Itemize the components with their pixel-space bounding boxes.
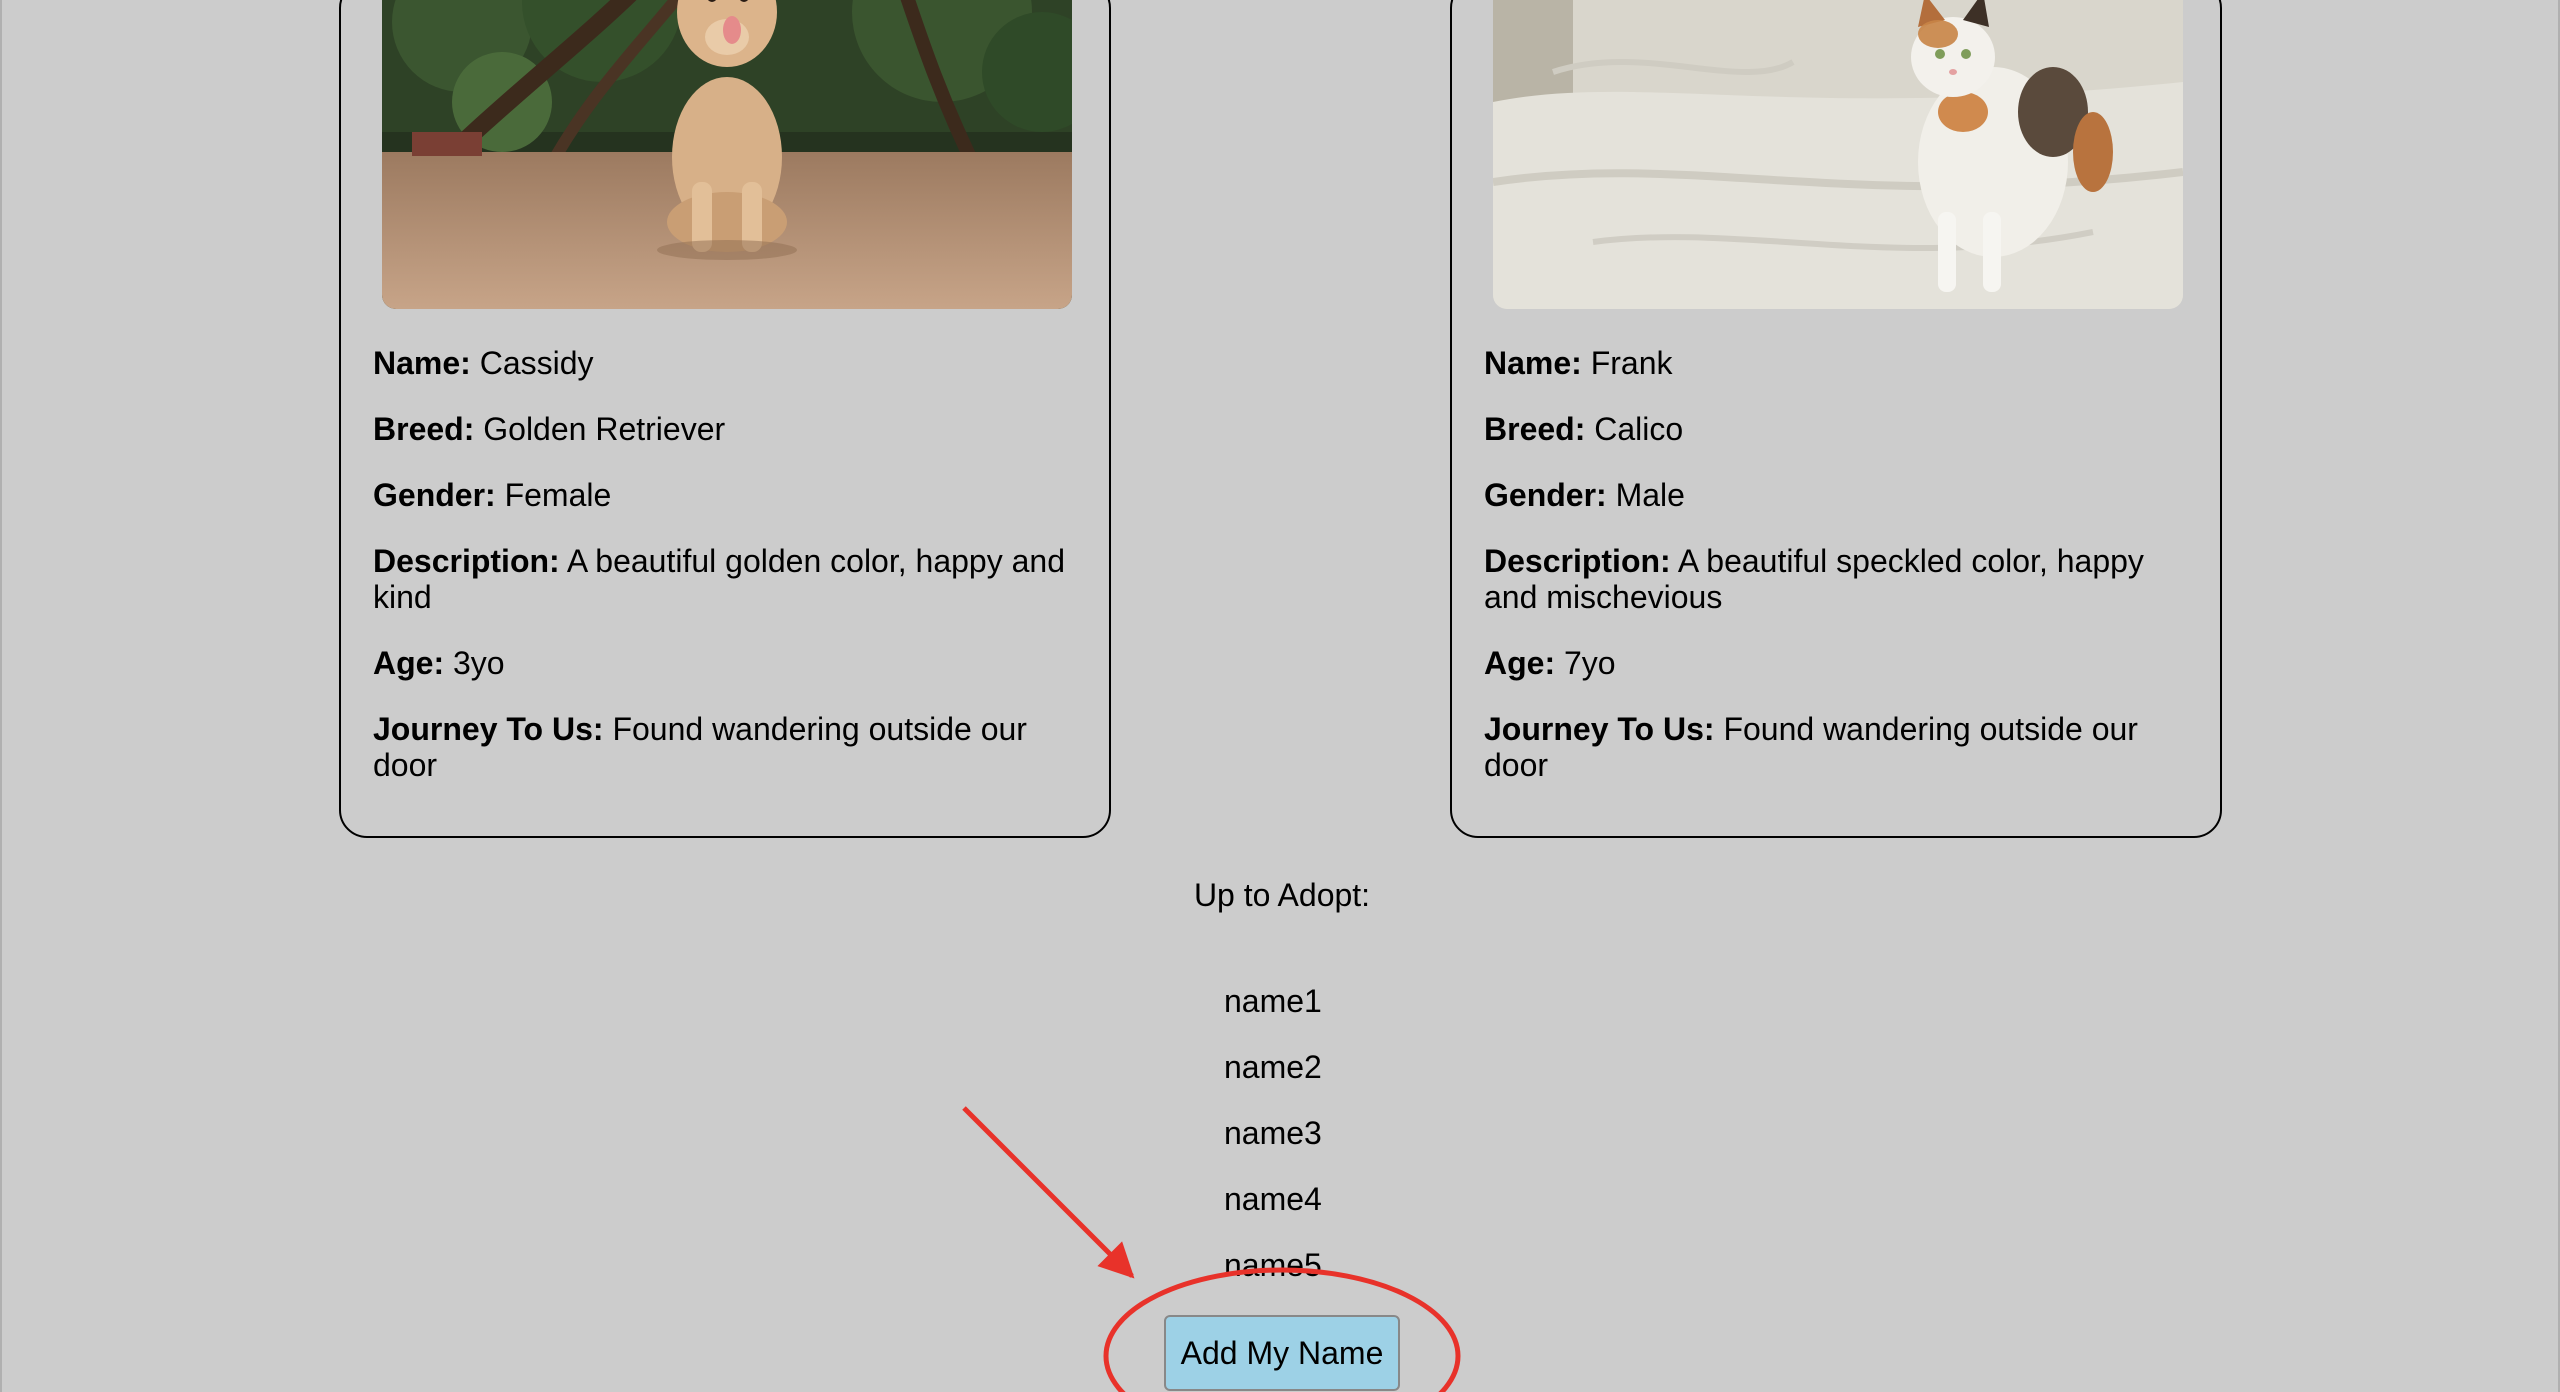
add-my-name-button[interactable]: Add My Name bbox=[1164, 1315, 1400, 1391]
pet-journey-label: Journey To Us: bbox=[373, 711, 604, 747]
pet-journey-label: Journey To Us: bbox=[1484, 711, 1715, 747]
adopt-name-list: name1 name2 name3 name4 name5 bbox=[1224, 981, 1322, 1311]
pet-description: Description: A beautiful golden color, h… bbox=[373, 543, 1073, 615]
pet-name-label: Name: bbox=[373, 345, 471, 381]
adopt-title: Up to Adopt: bbox=[1193, 877, 1371, 913]
golden-retriever-photo-icon bbox=[382, 0, 1072, 309]
pet-details: Name: Frank Breed: Calico Gender: Male D… bbox=[1484, 345, 2184, 813]
pet-description-label: Description: bbox=[1484, 543, 1671, 579]
pet-breed: Breed: Calico bbox=[1484, 411, 2184, 447]
dog-photo bbox=[382, 0, 1072, 309]
pet-breed-value: Calico bbox=[1594, 411, 1684, 447]
pet-age-label: Age: bbox=[373, 645, 445, 681]
pet-gender: Gender: Female bbox=[373, 477, 1073, 513]
pet-name-value: Cassidy bbox=[479, 345, 594, 381]
pet-name: Name: Frank bbox=[1484, 345, 2184, 381]
calico-cat-photo-icon bbox=[1493, 0, 2183, 309]
cat-photo bbox=[1493, 0, 2183, 309]
adopt-name-item: name1 bbox=[1224, 983, 1322, 1019]
pet-gender: Gender: Male bbox=[1484, 477, 2184, 513]
pet-age: Age: 3yo bbox=[373, 645, 1073, 681]
pet-card-cassidy: Name: Cassidy Breed: Golden Retriever Ge… bbox=[339, 0, 1111, 838]
pet-name-value: Frank bbox=[1590, 345, 1673, 381]
pet-breed-label: Breed: bbox=[373, 411, 475, 447]
pet-age-value: 7yo bbox=[1564, 645, 1616, 681]
pet-gender-label: Gender: bbox=[1484, 477, 1607, 513]
pet-card-frank: Name: Frank Breed: Calico Gender: Male D… bbox=[1450, 0, 2222, 838]
adopt-name-item: name4 bbox=[1224, 1181, 1322, 1217]
pet-name-label: Name: bbox=[1484, 345, 1582, 381]
adopt-name-item: name2 bbox=[1224, 1049, 1322, 1085]
pet-age-value: 3yo bbox=[453, 645, 505, 681]
pet-name: Name: Cassidy bbox=[373, 345, 1073, 381]
pet-breed: Breed: Golden Retriever bbox=[373, 411, 1073, 447]
pet-breed-value: Golden Retriever bbox=[483, 411, 726, 447]
pet-journey: Journey To Us: Found wandering outside o… bbox=[1484, 711, 2184, 783]
pet-breed-label: Breed: bbox=[1484, 411, 1586, 447]
pet-age-label: Age: bbox=[1484, 645, 1556, 681]
pet-gender-label: Gender: bbox=[373, 477, 496, 513]
pet-description-label: Description: bbox=[373, 543, 560, 579]
pet-journey: Journey To Us: Found wandering outside o… bbox=[373, 711, 1073, 783]
arrow-icon bbox=[962, 1106, 1135, 1279]
page: Name: Cassidy Breed: Golden Retriever Ge… bbox=[0, 0, 2560, 1392]
pet-details: Name: Cassidy Breed: Golden Retriever Ge… bbox=[373, 345, 1073, 813]
pet-gender-value: Female bbox=[504, 477, 612, 513]
pet-age: Age: 7yo bbox=[1484, 645, 2184, 681]
pet-gender-value: Male bbox=[1615, 477, 1685, 513]
pet-description: Description: A beautiful speckled color,… bbox=[1484, 543, 2184, 615]
adopt-name-item: name3 bbox=[1224, 1115, 1322, 1151]
adopt-name-item: name5 bbox=[1224, 1247, 1322, 1283]
